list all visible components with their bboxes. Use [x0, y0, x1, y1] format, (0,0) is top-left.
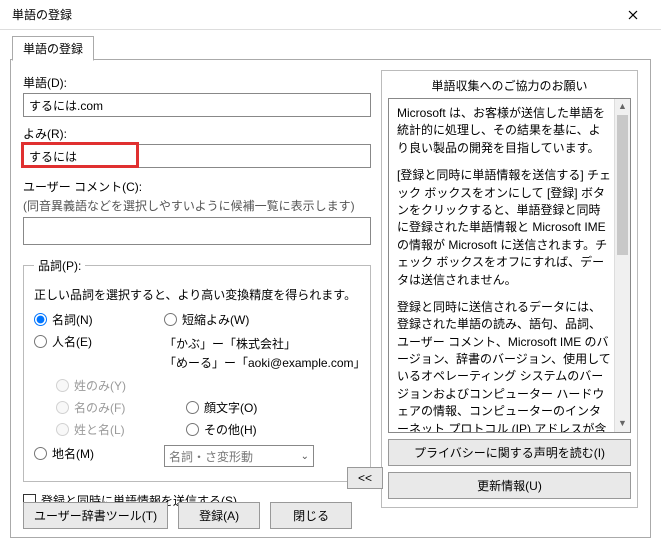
close-icon[interactable] [613, 1, 653, 29]
info-group: 単語収集へのご協力のお願い Microsoft は、お客様が送信した単語を統計的… [381, 70, 638, 508]
short-example-2: 「めーる」ー「aoki@example.com」 [164, 354, 360, 371]
register-button[interactable]: 登録(A) [178, 502, 260, 529]
tab-register[interactable]: 単語の登録 [12, 36, 94, 61]
scrollbar[interactable]: ▲ ▼ [614, 99, 630, 432]
pos-legend: 品詞(P): [34, 257, 85, 274]
radio-personname[interactable]: 人名(E) [34, 333, 92, 350]
radio-kaomoji[interactable]: 顔文字(O) [186, 399, 257, 416]
radio-noun[interactable]: 名詞(N) [34, 311, 93, 328]
radio-place[interactable]: 地名(M) [34, 445, 94, 462]
collapse-button[interactable]: << [347, 467, 383, 489]
other-combo: 名詞・さ変形動 ⌄ [164, 445, 314, 467]
privacy-button[interactable]: プライバシーに関する声明を読む(I) [388, 439, 631, 466]
info-p3: 登録と同時に送信されるデータには、登録された単語の読み、語句、品詞、ユーザー コ… [397, 299, 612, 433]
yomi-input[interactable] [23, 144, 371, 168]
comment-hint: (同音異義語などを選択しやすいように候補一覧に表示します) [23, 197, 371, 214]
info-p2: [登録と同時に単語情報を送信する] チェック ボックスをオンにして [登録] ボ… [397, 167, 612, 289]
chevron-down-icon: ⌄ [301, 451, 309, 462]
info-scrollbox: Microsoft は、お客様が送信した単語を統計的に処理し、その結果を基に、よ… [388, 98, 631, 433]
short-example-1: 「かぶ」ー「株式会社」 [164, 335, 360, 352]
comment-label: ユーザー コメント(C): [23, 178, 371, 195]
scroll-down-icon[interactable]: ▼ [615, 416, 630, 432]
info-p1: Microsoft は、お客様が送信した単語を統計的に処理し、その結果を基に、よ… [397, 105, 612, 157]
pos-desc: 正しい品詞を選択すると、より高い変換精度を得られます。 [34, 286, 360, 303]
word-label: 単語(D): [23, 74, 371, 91]
yomi-label: よみ(R): [23, 125, 371, 142]
radio-sei-only: 姓のみ(Y) [56, 377, 126, 394]
scroll-thumb[interactable] [617, 115, 628, 255]
radio-other[interactable]: その他(H) [186, 421, 257, 438]
radio-mei-only: 名のみ(F) [56, 399, 125, 416]
update-info-button[interactable]: 更新情報(U) [388, 472, 631, 499]
user-dict-tool-button[interactable]: ユーザー辞書ツール(T) [23, 502, 168, 529]
comment-input[interactable] [23, 217, 371, 245]
word-input[interactable] [23, 93, 371, 117]
pos-fieldset: 品詞(P): 正しい品詞を選択すると、より高い変換精度を得られます。 名詞(N)… [23, 257, 371, 482]
close-button[interactable]: 閉じる [270, 502, 352, 529]
radio-short[interactable]: 短縮よみ(W) [164, 311, 249, 328]
scroll-up-icon[interactable]: ▲ [615, 99, 630, 115]
titlebar: 単語の登録 [0, 0, 661, 30]
radio-sei-mei: 姓と名(L) [56, 421, 125, 438]
info-title: 単語収集へのご協力のお願い [388, 77, 631, 98]
window-title: 単語の登録 [8, 6, 613, 23]
